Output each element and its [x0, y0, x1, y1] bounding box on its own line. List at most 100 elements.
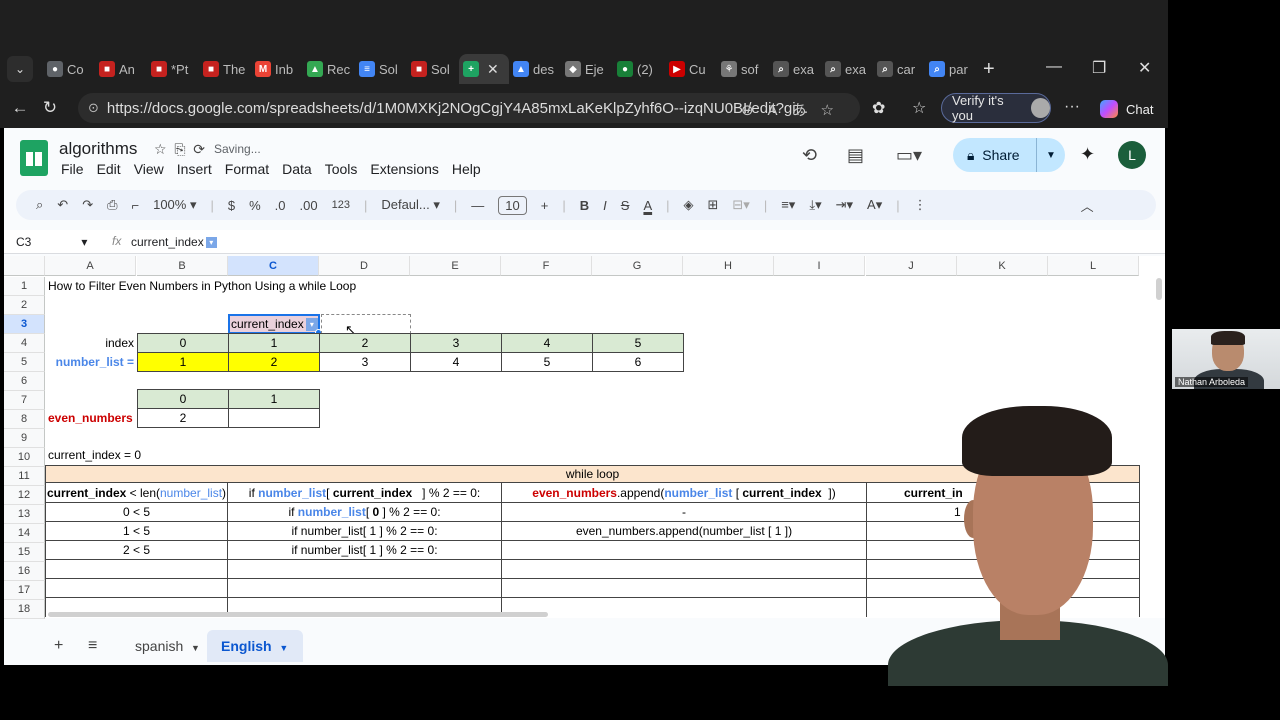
row-header-3[interactable]: 3: [4, 315, 45, 334]
cell-a5[interactable]: number_list =: [48, 353, 137, 371]
cell-index-2[interactable]: 2: [319, 333, 411, 353]
trace-header-condition[interactable]: current_index < len(number_list): [46, 484, 227, 502]
cell-number-3[interactable]: 4: [410, 352, 502, 372]
fill-color-icon[interactable]: ◈: [684, 197, 694, 213]
select-all-corner[interactable]: [4, 256, 45, 276]
undo-icon[interactable]: ↶: [57, 197, 68, 213]
cell-even-index-1[interactable]: 1: [228, 389, 320, 409]
star-move-icons[interactable]: ☆ ⎘ ⟳: [154, 141, 205, 158]
row-header-10[interactable]: 10: [4, 448, 45, 467]
cell-number-1[interactable]: 2: [228, 352, 320, 372]
vertical-scrollbar[interactable]: [1156, 278, 1162, 300]
italic-icon[interactable]: I: [603, 198, 607, 213]
sheet-tab-english[interactable]: English ▼: [207, 630, 303, 662]
browser-tab-after-6[interactable]: ⌕ exa: [821, 54, 873, 84]
search-icon[interactable]: ⌕: [36, 197, 43, 213]
cell-number-4[interactable]: 5: [501, 352, 593, 372]
row-header-7[interactable]: 7: [4, 391, 45, 410]
document-title[interactable]: algorithms: [59, 139, 137, 159]
row-header-17[interactable]: 17: [4, 581, 45, 600]
trace-r14-append[interactable]: even_numbers.append(number_list [ 1 ]): [502, 522, 866, 540]
horizontal-scrollbar[interactable]: [48, 612, 548, 617]
font-size-input[interactable]: 10: [498, 195, 527, 215]
trace-r13-condition[interactable]: 0 < 5: [46, 503, 227, 521]
browser-tab-7[interactable]: ■ Sol: [407, 54, 459, 84]
trace-r13-if[interactable]: if number_list[ 0 ] % 2 == 0:: [228, 503, 501, 521]
comments-icon[interactable]: ▤: [847, 145, 864, 166]
tab-list-button[interactable]: ⌄: [7, 56, 33, 82]
browser-tab-0[interactable]: ● Co: [43, 54, 95, 84]
sheet-tab-spanish[interactable]: spanish ▼: [135, 638, 200, 654]
font-select[interactable]: Defaul... ▾: [381, 197, 440, 213]
align-icon[interactable]: ≡▾: [781, 197, 795, 213]
decrease-decimal-button[interactable]: .0: [275, 198, 286, 213]
tab-active-sheets[interactable]: + ✕: [459, 54, 509, 84]
browser-tab-after-1[interactable]: ◆ Eje: [561, 54, 613, 84]
menu-help[interactable]: Help: [452, 161, 481, 177]
cell-index-5[interactable]: 5: [592, 333, 684, 353]
vertical-align-icon[interactable]: ⤓▾: [809, 197, 821, 213]
copilot-chat-button[interactable]: Chat: [1100, 100, 1153, 118]
increase-font-icon[interactable]: +: [541, 198, 549, 213]
back-arrow-icon[interactable]: ←: [5, 98, 35, 118]
menu-file[interactable]: File: [61, 161, 84, 177]
row-header-11[interactable]: 11: [4, 467, 45, 486]
cell-index-3[interactable]: 3: [410, 333, 502, 353]
restore-icon[interactable]: ❐: [1092, 58, 1106, 78]
browser-tab-2[interactable]: ■ *Pt: [147, 54, 199, 84]
cell-index-0[interactable]: 0: [137, 333, 229, 353]
browser-tab-1[interactable]: ■ An: [95, 54, 147, 84]
menu-view[interactable]: View: [134, 161, 164, 177]
name-box[interactable]: C3 ▾: [16, 235, 87, 249]
history-icon[interactable]: ⟲: [802, 145, 817, 166]
trace-header-append[interactable]: even_numbers .append(number_list [ curren…: [502, 484, 866, 502]
zoom-select[interactable]: 100% ▾: [153, 197, 196, 213]
site-info-icon[interactable]: ⊙: [88, 100, 99, 116]
window-close-icon[interactable]: ✕: [1138, 58, 1151, 78]
gemini-icon[interactable]: ✦: [1080, 144, 1095, 165]
cell-a10[interactable]: current_index = 0: [48, 446, 141, 464]
participant-video-thumbnail[interactable]: Nathan Arboleda: [1172, 329, 1280, 389]
more-tools-icon[interactable]: ⋮: [914, 197, 927, 213]
column-header-k[interactable]: K: [957, 256, 1048, 276]
borders-icon[interactable]: ⊞: [708, 197, 719, 213]
column-header-i[interactable]: I: [774, 256, 865, 276]
share-dropdown-icon[interactable]: ▼: [1037, 150, 1065, 161]
close-tab-icon[interactable]: ✕: [487, 61, 499, 78]
browser-tab-after-0[interactable]: ▲ des: [509, 54, 561, 84]
row-header-6[interactable]: 6: [4, 372, 45, 391]
extensions-icon[interactable]: ✿: [872, 98, 885, 118]
column-header-d[interactable]: D: [319, 256, 410, 276]
cell-even-value-1[interactable]: [228, 408, 320, 428]
menu-edit[interactable]: Edit: [97, 161, 121, 177]
browser-tab-after-2[interactable]: ● (2): [613, 54, 665, 84]
column-header-a[interactable]: A: [45, 256, 136, 276]
row-header-16[interactable]: 16: [4, 562, 45, 581]
paint-format-icon[interactable]: ⌐: [132, 198, 140, 213]
text-wrap-icon[interactable]: ⇥▾: [836, 197, 853, 213]
more-options-icon[interactable]: ···: [1064, 98, 1080, 116]
number-format-button[interactable]: 123: [332, 199, 350, 211]
row-header-18[interactable]: 18: [4, 600, 45, 619]
reload-icon[interactable]: ↻: [35, 98, 65, 118]
column-header-h[interactable]: H: [683, 256, 774, 276]
share-button[interactable]: 🔒︎ Share ▼: [953, 138, 1065, 172]
meet-icon[interactable]: ▭▾: [896, 145, 922, 166]
all-sheets-icon[interactable]: ≡: [88, 637, 97, 655]
browser-tab-5[interactable]: ▲ Rec: [303, 54, 355, 84]
account-avatar[interactable]: L: [1118, 141, 1146, 169]
text-rotate-icon[interactable]: A▾: [867, 197, 882, 213]
merge-cells-icon[interactable]: ⊟▾: [732, 197, 749, 213]
row-header-14[interactable]: 14: [4, 524, 45, 543]
column-header-e[interactable]: E: [410, 256, 501, 276]
minimize-icon[interactable]: —: [1046, 58, 1062, 76]
row-header-12[interactable]: 12: [4, 486, 45, 505]
browser-tab-6[interactable]: ≡ Sol: [355, 54, 407, 84]
text-color-icon[interactable]: A: [643, 198, 652, 213]
column-header-f[interactable]: F: [501, 256, 592, 276]
cell-number-5[interactable]: 6: [592, 352, 684, 372]
strikethrough-icon[interactable]: S: [621, 198, 630, 213]
formula-input[interactable]: current_index ▾: [131, 235, 217, 249]
row-header-4[interactable]: 4: [4, 334, 45, 353]
redo-icon[interactable]: ↷: [82, 197, 93, 213]
